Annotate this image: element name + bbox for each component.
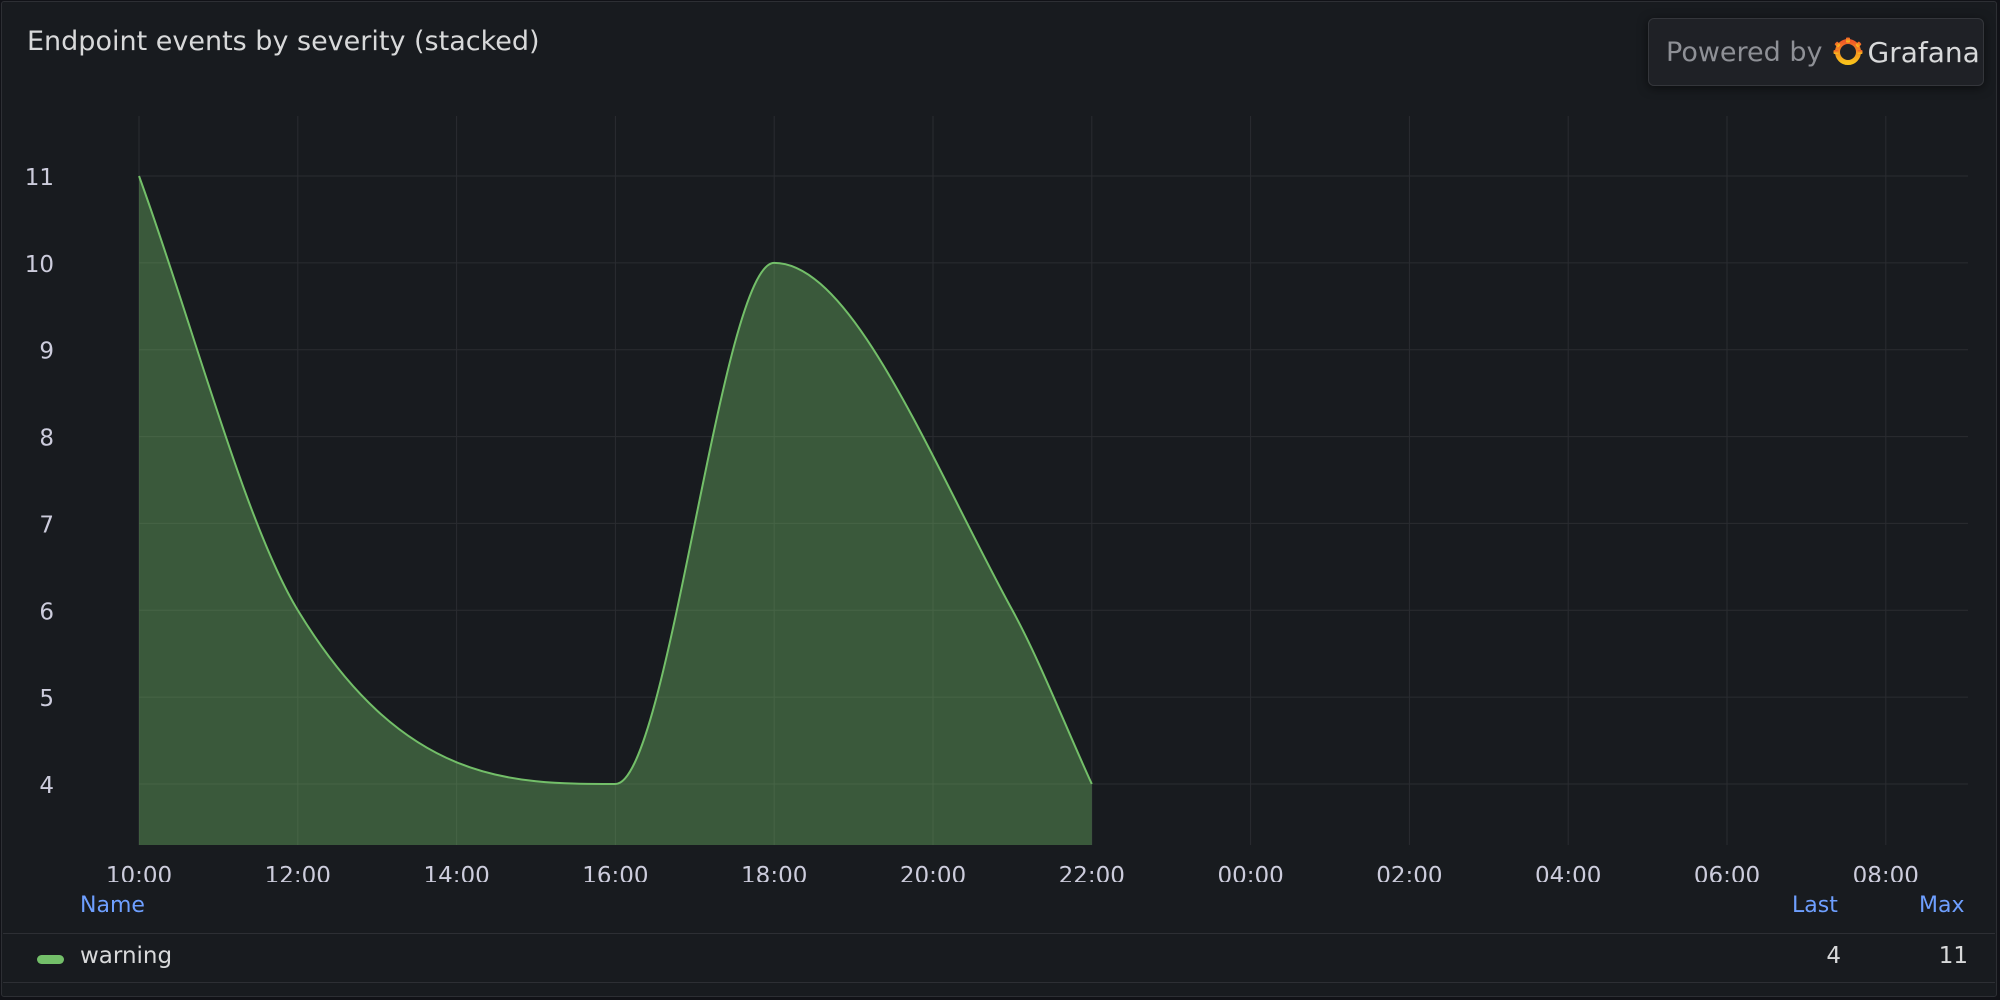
y-tick-label: 10 [25,252,54,278]
y-tick-label: 4 [39,773,54,799]
x-tick-label: 22:00 [1059,863,1125,882]
x-tick-label: 20:00 [900,863,966,882]
x-tick-label: 18:00 [741,863,807,882]
x-tick-label: 04:00 [1535,863,1601,882]
legend-row-last: 4 [1826,943,1841,969]
legend-divider-bottom [3,982,1995,983]
x-tick-label: 12:00 [265,863,331,882]
x-tick-label: 14:00 [423,863,489,882]
y-tick-label: 9 [39,339,54,365]
legend-divider [3,933,1995,934]
y-tick-label: 5 [39,686,54,712]
y-tick-label: 8 [39,426,54,452]
legend-header-max[interactable]: Max [1919,893,1964,918]
x-tick-label: 16:00 [582,863,648,882]
x-axis: 10:00 12:00 14:00 16:00 18:00 20:00 22:00 00:00… [106,863,1919,882]
y-axis: 4 5 6 7 8 9 10 11 [25,165,54,799]
legend-row-max: 11 [1938,943,1968,969]
legend-row-name[interactable]: warning [80,943,172,969]
y-tick-label: 6 [39,599,54,625]
legend-swatch-warning[interactable] [37,955,64,964]
y-tick-label: 7 [39,512,54,538]
legend-header-last[interactable]: Last [1792,893,1838,918]
legend-header-name[interactable]: Name [80,893,145,918]
timeseries-panel: Endpoint events by severity (stacked) Po… [1,1,1997,997]
y-tick-label: 11 [25,165,54,191]
x-tick-label: 10:00 [106,863,172,882]
x-tick-label: 00:00 [1217,863,1283,882]
x-tick-label: 06:00 [1694,863,1760,882]
x-tick-label: 08:00 [1853,863,1919,882]
chart-area[interactable]: 4 5 6 7 8 9 10 11 10:00 12:00 14:00 16:00 18:00 20:0… [2,2,1997,882]
x-tick-label: 02:00 [1376,863,1442,882]
